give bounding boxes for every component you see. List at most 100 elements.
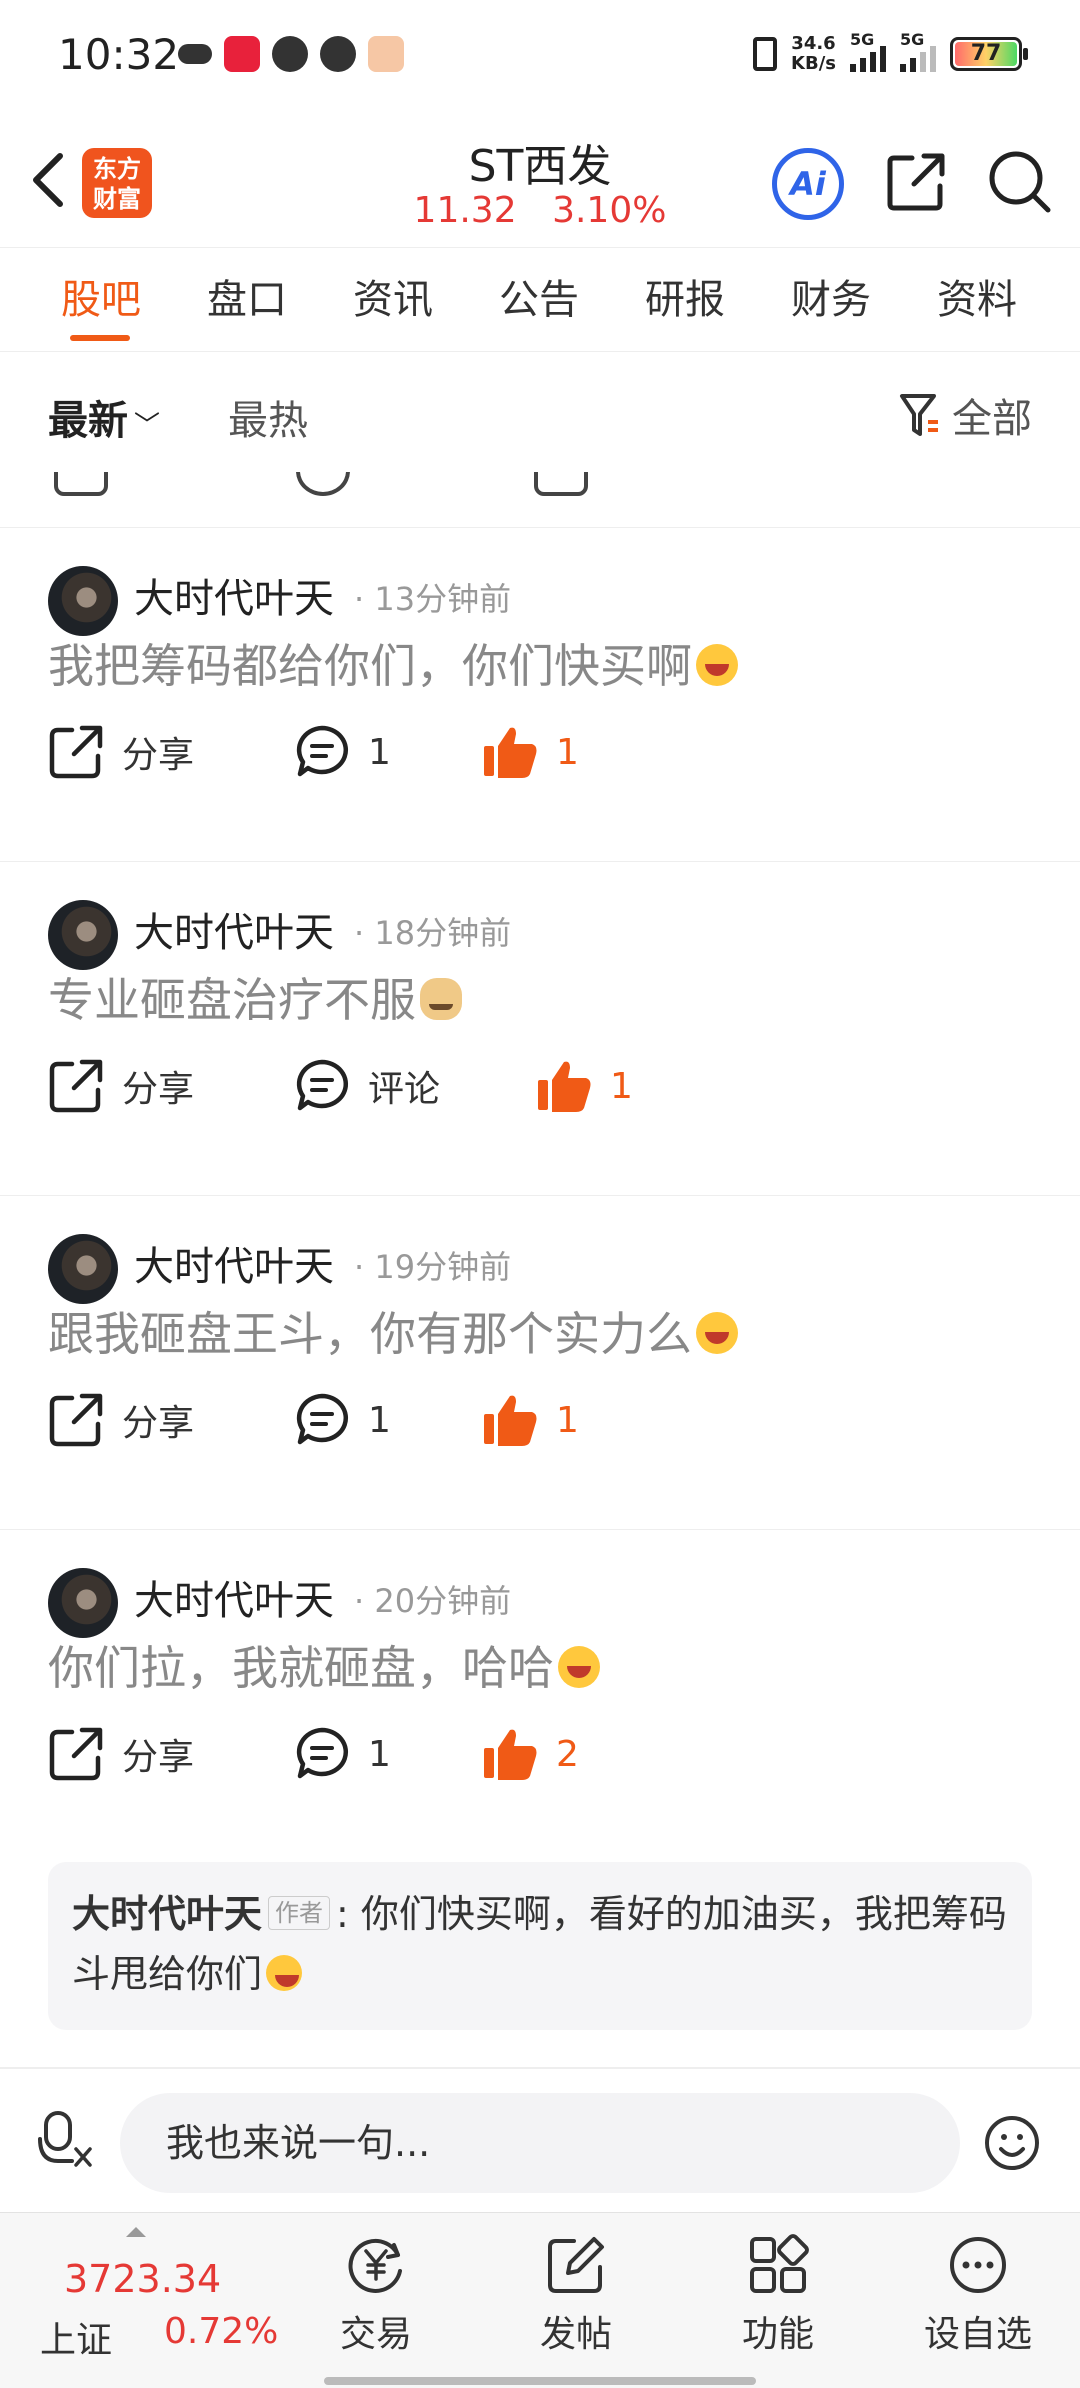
post-author[interactable]: 大时代叶天 xyxy=(134,1568,334,1626)
nav-functions[interactable]: 功能 xyxy=(708,2233,848,2357)
share-action[interactable]: 分享 xyxy=(48,1058,194,1114)
thumbs-up-icon xyxy=(484,1729,537,1780)
post-actions: 分享 1 1 xyxy=(48,1392,1048,1452)
post-content[interactable]: 你们拉，我就砸盘，哈哈 xyxy=(48,1632,600,1698)
previous-post-actions xyxy=(0,472,1080,528)
post-content[interactable]: 我把筹码都给你们，你们快买啊 xyxy=(48,630,738,696)
tab-pankou[interactable]: 盘口 xyxy=(174,248,320,351)
chevron-down-icon: ﹀ xyxy=(134,411,161,441)
share-button[interactable] xyxy=(884,150,948,214)
index-value[interactable]: 3723.34 xyxy=(64,2257,221,2301)
clock: 10:32 xyxy=(58,30,180,79)
wechat-icon xyxy=(272,36,308,72)
post-time: · 19分钟前 xyxy=(354,1248,512,1286)
avatar[interactable] xyxy=(48,900,118,970)
index-name[interactable]: 上证 xyxy=(40,2311,112,2363)
post-author[interactable]: 大时代叶天 xyxy=(134,1234,334,1292)
grid-apps-icon xyxy=(750,2234,809,2293)
compose-icon xyxy=(548,2237,604,2293)
avatar[interactable] xyxy=(48,566,118,636)
tab-finance[interactable]: 财务 xyxy=(758,248,904,351)
stock-header: 东方 财富 ST西发 11.32 3.10% Ai xyxy=(0,120,1080,248)
thumbs-up-icon xyxy=(538,1061,591,1112)
home-indicator[interactable] xyxy=(324,2377,756,2385)
like-action[interactable]: 2 xyxy=(482,1726,579,1782)
sort-newest-dropdown[interactable]: 最新 ﹀ xyxy=(48,388,160,446)
avatar[interactable] xyxy=(48,1234,118,1304)
like-action[interactable]: 1 xyxy=(536,1058,633,1114)
post-actions: 分享 1 1 xyxy=(48,724,1048,784)
yen-cycle-icon xyxy=(348,2238,402,2293)
comment-action[interactable]: 1 xyxy=(294,724,391,780)
post-card[interactable]: 大时代叶天 · 19分钟前 跟我砸盘王斗，你有那个实力么 分享 1 1 xyxy=(0,1196,1080,1530)
filter-icon xyxy=(900,394,938,436)
share-action[interactable]: 分享 xyxy=(48,1392,194,1448)
share-icon xyxy=(49,1059,103,1113)
comment-input[interactable]: 我也来说一句... xyxy=(120,2093,960,2193)
nav-post[interactable]: 发帖 xyxy=(506,2233,646,2357)
like-action[interactable]: 1 xyxy=(482,724,579,780)
laugh-emoji-icon xyxy=(696,644,738,686)
post-time: · 20分钟前 xyxy=(354,1582,512,1620)
author-reply[interactable]: 大时代叶天 作者: 你们快买啊，看好的加油买，我把筹码斗甩给你们 xyxy=(48,1862,1032,2030)
voice-input-button[interactable] xyxy=(38,2109,94,2169)
voice-to-text-icon xyxy=(38,2111,92,2167)
post-content[interactable]: 跟我砸盘王斗，你有那个实力么 xyxy=(48,1298,738,1364)
post-actions: 分享 1 2 xyxy=(48,1726,1048,1786)
sort-hottest[interactable]: 最热 xyxy=(228,388,308,446)
laugh-emoji-icon xyxy=(266,1955,303,1991)
ai-assistant-button[interactable]: Ai xyxy=(772,148,844,220)
tab-research[interactable]: 研报 xyxy=(612,248,758,351)
bottom-nav: 3723.34 上证 0.72% 交易 发帖 功能 设自选 xyxy=(0,2212,1080,2388)
sort-bar: 最新 ﹀ 最热 全部 xyxy=(0,352,1080,472)
search-button[interactable] xyxy=(986,148,1054,216)
avatar[interactable] xyxy=(48,1568,118,1638)
index-change[interactable]: 0.72% xyxy=(164,2311,278,2352)
comment-bar: 我也来说一句... xyxy=(0,2068,1080,2212)
reply-author[interactable]: 大时代叶天 xyxy=(72,1892,262,1936)
nav-trade[interactable]: 交易 xyxy=(306,2233,446,2357)
post-content[interactable]: 专业砸盘治疗不服 xyxy=(48,964,462,1030)
post-author[interactable]: 大时代叶天 xyxy=(134,566,334,624)
notification-icons xyxy=(178,36,404,72)
post-time: · 18分钟前 xyxy=(354,914,512,952)
laugh-emoji-icon xyxy=(558,1646,600,1688)
like-action[interactable]: 1 xyxy=(482,1392,579,1448)
doge-emoji-icon xyxy=(420,978,462,1020)
tab-news[interactable]: 资讯 xyxy=(320,248,466,351)
vibrate-icon xyxy=(753,37,778,71)
chat-icon xyxy=(320,36,356,72)
comment-icon xyxy=(296,725,348,777)
cartoon-app-icon xyxy=(368,36,404,72)
comment-icon xyxy=(296,1727,348,1779)
smile-icon xyxy=(985,2116,1039,2170)
status-bar: 10:32 34.6 KB/s 5G 5G 77 xyxy=(0,0,1080,120)
stock-price: 11.32 xyxy=(413,190,517,231)
share-icon xyxy=(887,153,945,211)
post-time: · 13分钟前 xyxy=(354,580,512,618)
share-action[interactable]: 分享 xyxy=(48,724,194,780)
tab-announcements[interactable]: 公告 xyxy=(466,248,612,351)
stock-change: 3.10% xyxy=(552,190,667,231)
post-card[interactable]: 大时代叶天 · 18分钟前 专业砸盘治疗不服 分享 评论 1 xyxy=(0,862,1080,1196)
nav-add-watchlist[interactable]: 设自选 xyxy=(908,2233,1048,2357)
comment-action[interactable]: 1 xyxy=(294,1392,391,1448)
share-icon xyxy=(49,1393,103,1447)
caret-up-icon xyxy=(126,2227,146,2237)
share-action[interactable]: 分享 xyxy=(48,1726,194,1782)
handshake-icon xyxy=(178,44,212,64)
signal-icon-1: 5G xyxy=(850,30,886,72)
post-author[interactable]: 大时代叶天 xyxy=(134,900,334,958)
more-dots-icon xyxy=(950,2237,1006,2293)
section-tabs: 股吧 盘口 资讯 公告 研报 财务 资料 xyxy=(0,248,1080,352)
comment-action[interactable]: 1 xyxy=(294,1726,391,1782)
search-icon xyxy=(989,151,1051,213)
emoji-button[interactable] xyxy=(984,2115,1040,2171)
tab-guba[interactable]: 股吧 xyxy=(28,248,174,351)
post-card[interactable]: 大时代叶天 · 13分钟前 我把筹码都给你们，你们快买啊 分享 1 1 xyxy=(0,528,1080,862)
comment-icon xyxy=(296,1393,348,1445)
comment-action[interactable]: 评论 xyxy=(294,1058,440,1114)
tab-profile[interactable]: 资料 xyxy=(904,248,1050,351)
filter-button[interactable]: 全部 xyxy=(898,386,1032,444)
thumbs-up-icon xyxy=(484,1395,537,1446)
